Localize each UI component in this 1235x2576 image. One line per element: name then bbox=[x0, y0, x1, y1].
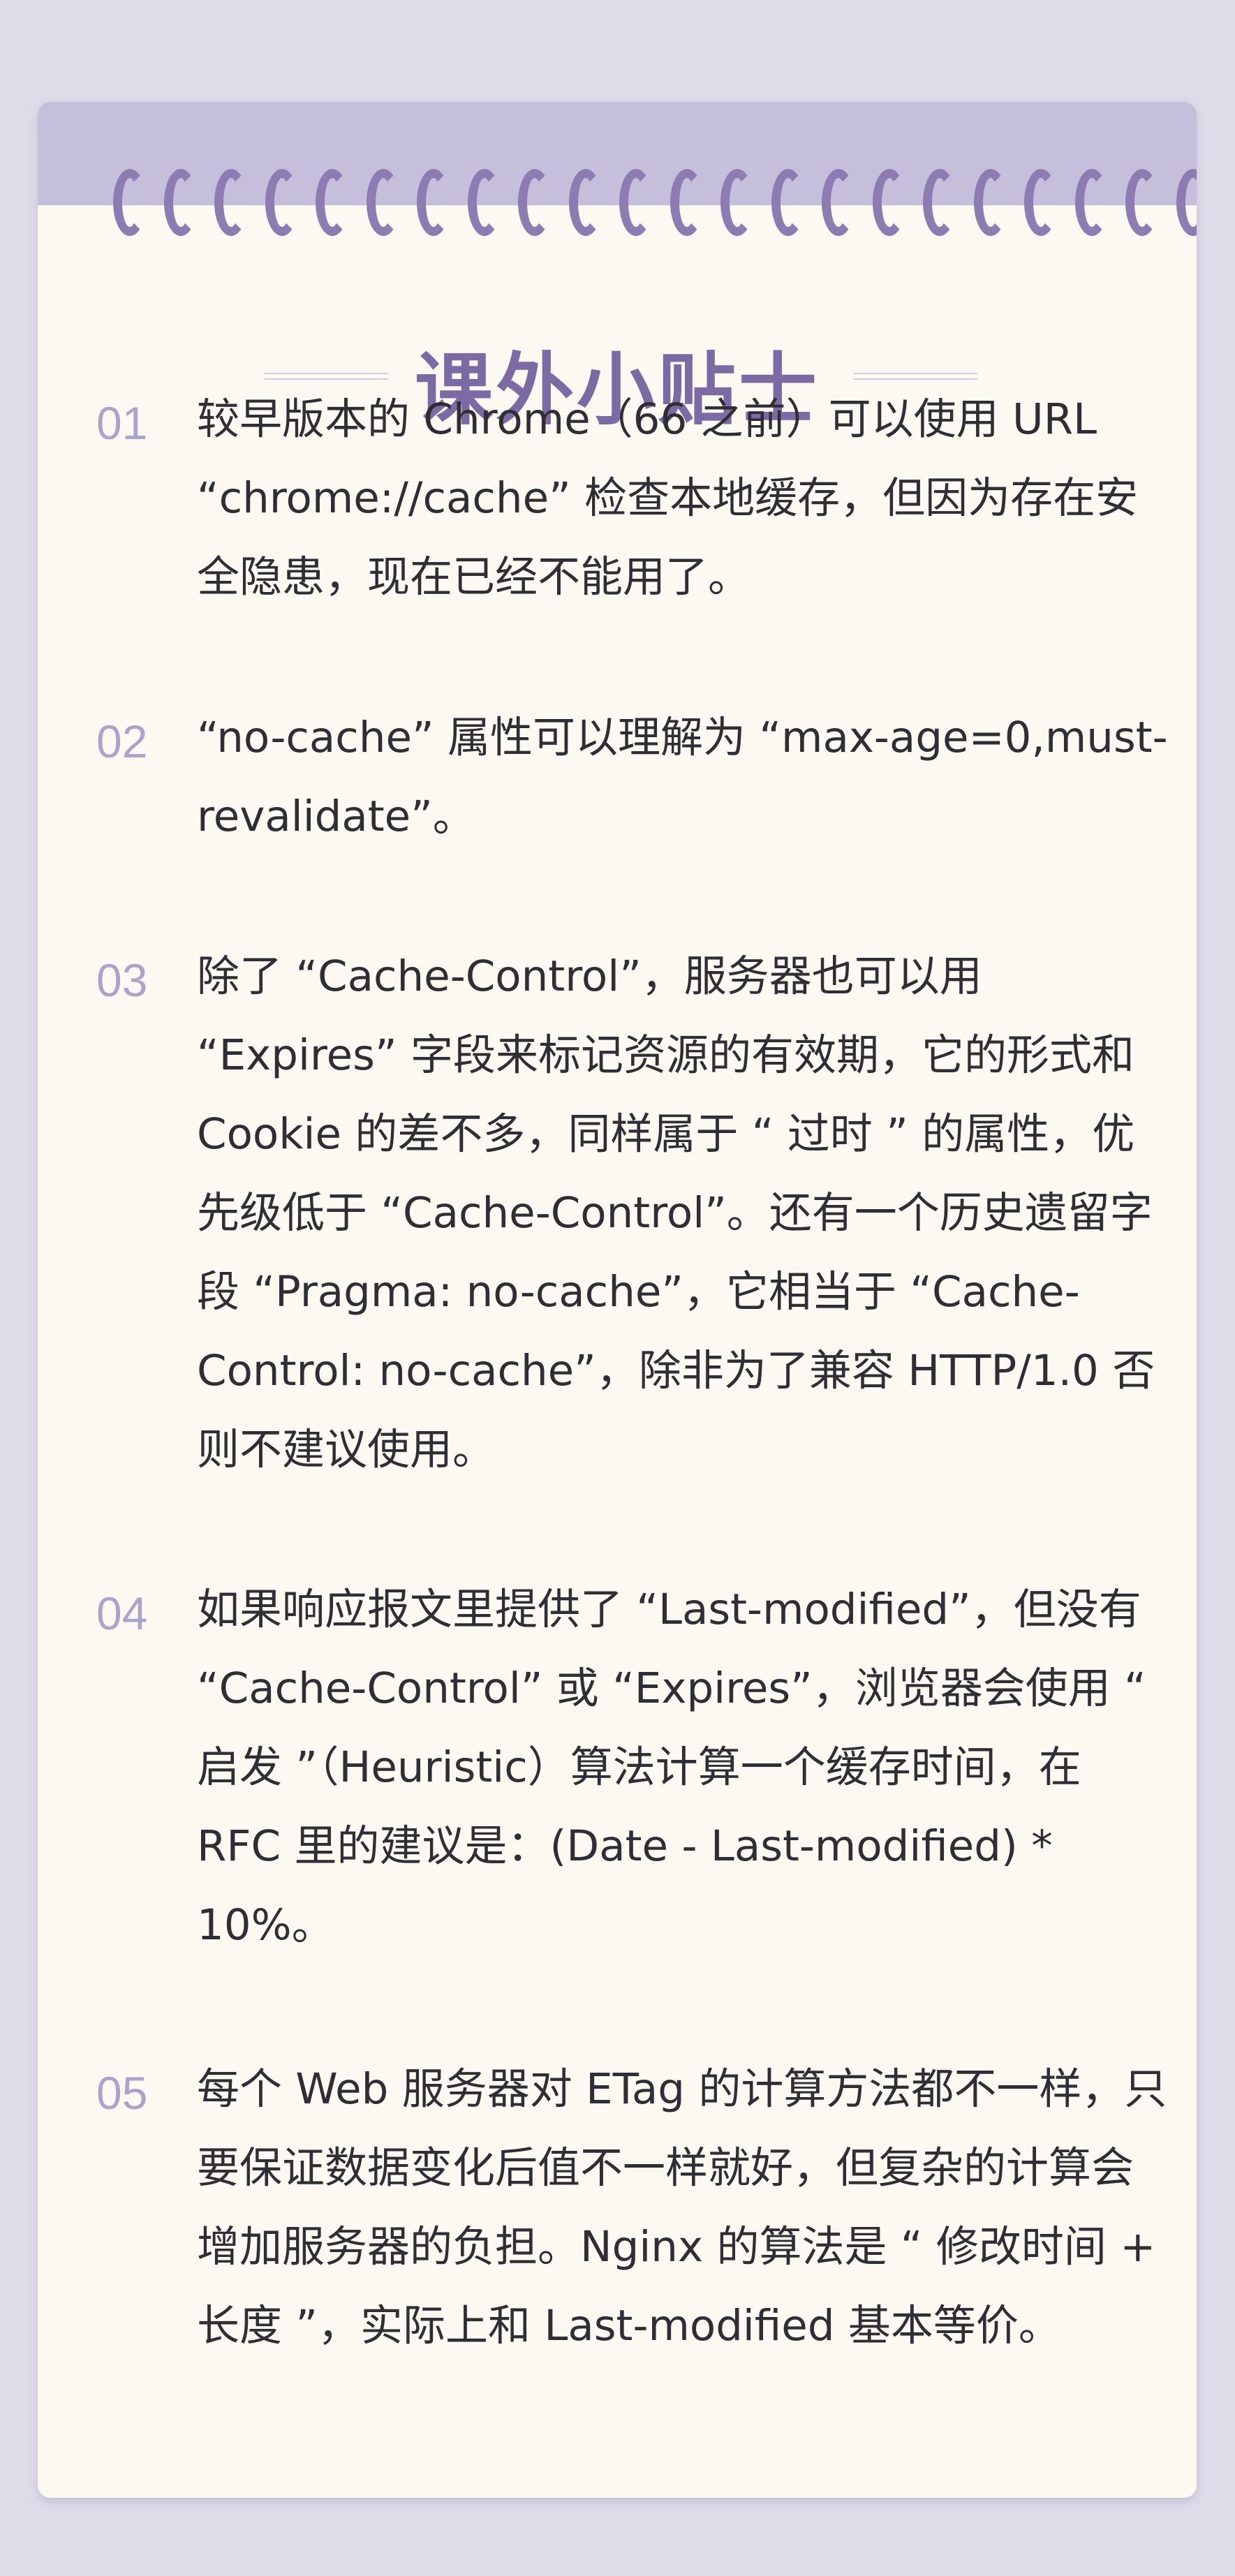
binding-ring bbox=[366, 169, 400, 236]
binding-ring bbox=[467, 169, 501, 236]
binding-ring bbox=[1125, 169, 1159, 236]
tip-text: “no-cache” 属性可以理解为 “max-age=0,must-reval… bbox=[197, 713, 1168, 841]
binding-ring bbox=[1024, 169, 1058, 236]
tip-text: 如果响应报文里提供了 “Last-modified”，但没有 “Cache-Co… bbox=[197, 1585, 1146, 1950]
tip-number: 04 bbox=[96, 1587, 148, 1639]
tip-number: 01 bbox=[96, 397, 148, 449]
tip-text: 除了 “Cache-Control”，服务器也可以用 “Expires” 字段来… bbox=[197, 952, 1155, 1474]
binding-ring bbox=[1176, 169, 1197, 236]
binding-ring bbox=[872, 169, 906, 236]
binding-ring bbox=[619, 169, 653, 236]
binding-ring bbox=[720, 169, 754, 236]
tip-number: 05 bbox=[96, 2067, 148, 2119]
binding-ring bbox=[771, 169, 805, 236]
binding-ring bbox=[417, 169, 450, 236]
binding-ring bbox=[670, 169, 704, 236]
tip-text: 较早版本的 Chrome（66 之前）可以使用 URL “chrome://ca… bbox=[197, 394, 1139, 602]
binding-ring bbox=[1074, 169, 1109, 236]
binding-ring bbox=[973, 169, 1007, 236]
binding-ring bbox=[568, 169, 602, 236]
binding-ring bbox=[822, 169, 855, 236]
binding-ring bbox=[265, 169, 299, 236]
binding-ring bbox=[163, 169, 198, 236]
binding-ring bbox=[113, 169, 147, 236]
binding-ring bbox=[923, 169, 956, 236]
binding-ring bbox=[518, 169, 552, 236]
spiral-binding bbox=[113, 169, 1197, 246]
tips-card: 课外小贴士 01 较早版本的 Chrome（66 之前）可以使用 URL “ch… bbox=[38, 102, 1197, 2498]
tip-number: 03 bbox=[96, 954, 148, 1006]
binding-ring bbox=[214, 169, 248, 236]
tip-text: 每个 Web 服务器对 ETag 的计算方法都不一样，只要保证数据变化后值不一样… bbox=[197, 2064, 1167, 2351]
tip-number: 02 bbox=[96, 716, 148, 767]
binding-ring bbox=[316, 169, 349, 236]
title-divider-right bbox=[853, 373, 977, 380]
